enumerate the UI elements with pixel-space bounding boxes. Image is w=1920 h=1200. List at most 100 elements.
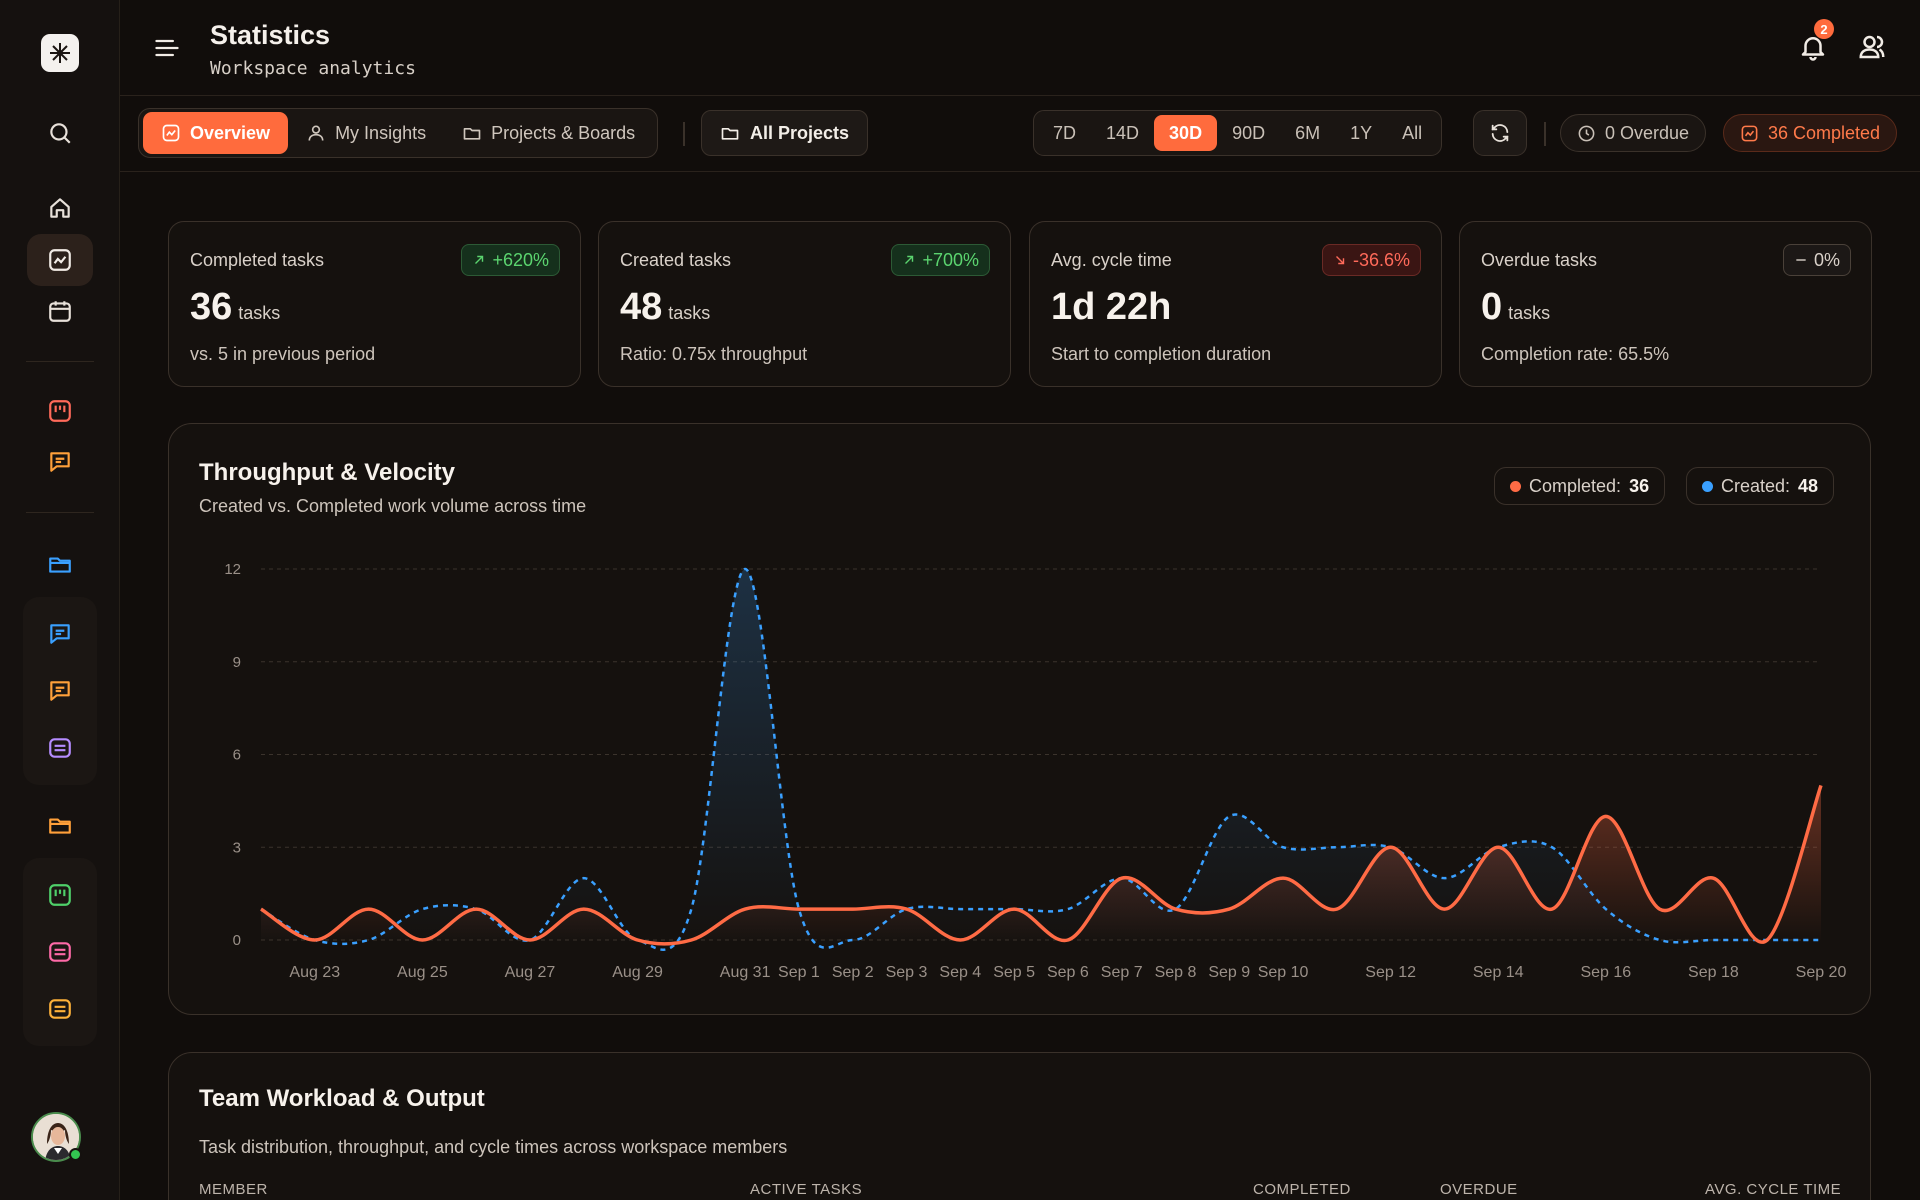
- sidebar-item-home[interactable]: [27, 182, 93, 234]
- x-tick-label: Sep 12: [1365, 964, 1416, 981]
- analytics-icon: [49, 249, 71, 271]
- list-icon: [49, 738, 71, 758]
- sidebar-item-chat-blue[interactable]: [27, 608, 93, 660]
- sidebar-item-statistics[interactable]: [27, 234, 93, 286]
- trend-up-icon: [475, 255, 484, 264]
- column-header-member[interactable]: MEMBER: [199, 1181, 268, 1198]
- toolbar: Overview My Insights Projects & Boards A…: [120, 96, 1920, 172]
- menu-icon[interactable]: [153, 34, 181, 62]
- users-icon[interactable]: [1857, 32, 1887, 62]
- project-filter-label: All Projects: [750, 122, 850, 143]
- legend-completed[interactable]: Completed: 36: [1494, 467, 1666, 505]
- kpi-card-created: Created tasks +700% 48 tasks Ratio: 0.75x…: [598, 221, 1011, 387]
- app-logo[interactable]: [41, 34, 79, 72]
- completed-pill[interactable]: 36 Completed: [1723, 114, 1898, 152]
- legend-label: Completed:: [1529, 475, 1622, 496]
- range-6m[interactable]: 6M: [1280, 115, 1335, 151]
- kpi-change-value: +620%: [492, 249, 549, 270]
- sidebar-item-board-green[interactable]: [27, 869, 93, 921]
- logo-icon: [50, 43, 70, 63]
- kpi-value: 1d 22h: [1051, 286, 1171, 329]
- tab-label: Projects & Boards: [491, 122, 636, 143]
- dash-icon: [1796, 259, 1806, 261]
- notification-badge: 2: [1814, 19, 1834, 39]
- folder-icon: [721, 128, 739, 140]
- view-tabs: Overview My Insights Projects & Boards: [138, 108, 659, 158]
- sidebar-item-list-pink[interactable]: [27, 926, 93, 978]
- sidebar-divider: [26, 361, 94, 362]
- tab-my-insights[interactable]: My Insights: [288, 112, 444, 154]
- range-90d[interactable]: 90D: [1217, 115, 1280, 151]
- sidebar-item-list-purple[interactable]: [27, 722, 93, 774]
- toolbar-divider: [1544, 122, 1546, 146]
- kpi-unit: tasks: [1508, 303, 1551, 323]
- list-icon: [49, 942, 71, 962]
- kpi-change-value: +700%: [922, 249, 979, 270]
- kpi-change-badge: 0%: [1782, 244, 1851, 276]
- sidebar: [0, 0, 120, 1200]
- column-header-active-tasks[interactable]: ACTIVE TASKS: [750, 1181, 862, 1198]
- x-tick-label: Sep 3: [886, 964, 928, 981]
- legend-dot-created: [1702, 480, 1713, 492]
- overdue-pill-label: 0 Overdue: [1605, 122, 1690, 143]
- tab-overview[interactable]: Overview: [143, 112, 289, 154]
- chat-icon: [50, 681, 70, 701]
- tab-label: Overview: [190, 122, 271, 143]
- team-subtitle: Task distribution, throughput, and cycle…: [199, 1137, 788, 1157]
- sidebar-item-board[interactable]: [27, 385, 93, 437]
- chart-icon: [1741, 125, 1758, 141]
- overdue-pill[interactable]: 0 Overdue: [1560, 114, 1707, 152]
- x-tick-label: Sep 6: [1047, 964, 1089, 981]
- y-tick-label: 9: [233, 654, 241, 671]
- page-header: Statistics Workspace analytics 2: [120, 0, 1920, 96]
- refresh-button[interactable]: [1473, 110, 1527, 156]
- range-30d[interactable]: 30D: [1154, 115, 1218, 151]
- sidebar-item-chat-orange[interactable]: [27, 665, 93, 717]
- x-tick-label: Sep 4: [939, 964, 981, 981]
- kpi-value: 0 tasks: [1481, 286, 1550, 329]
- tab-projects-boards[interactable]: Projects & Boards: [444, 112, 653, 154]
- chart-title: Throughput & Velocity: [199, 459, 455, 486]
- sidebar-item-folder-orange[interactable]: [27, 799, 93, 851]
- legend-dot-completed: [1510, 480, 1521, 492]
- refresh-icon: [1491, 124, 1509, 142]
- kpi-change-badge: +620%: [461, 244, 560, 276]
- column-header-completed[interactable]: COMPLETED: [1253, 1181, 1351, 1198]
- x-tick-label: Sep 8: [1155, 964, 1197, 981]
- y-tick-label: 0: [233, 932, 241, 949]
- board-icon: [49, 884, 71, 906]
- range-14d[interactable]: 14D: [1091, 115, 1154, 151]
- column-header-overdue[interactable]: OVERDUE: [1440, 1181, 1518, 1198]
- sidebar-item-folder-blue[interactable]: [27, 538, 93, 590]
- legend-value: 48: [1798, 475, 1819, 496]
- list-icon: [49, 999, 71, 1019]
- x-tick-label: Sep 20: [1796, 964, 1847, 981]
- x-tick-label: Sep 14: [1473, 964, 1524, 981]
- range-selector: 7D 14D 30D 90D 6M 1Y All: [1033, 110, 1443, 156]
- kpi-note: Completion rate: 65.5%: [1481, 344, 1670, 364]
- kpi-change-value: -36.6%: [1352, 249, 1410, 270]
- project-filter-button[interactable]: All Projects: [701, 110, 869, 156]
- kpi-change-value: 0%: [1813, 249, 1840, 270]
- range-all[interactable]: All: [1387, 115, 1437, 151]
- kpi-change-badge: +700%: [891, 244, 990, 276]
- sidebar-item-search[interactable]: [27, 107, 93, 159]
- team-title: Team Workload & Output: [199, 1085, 485, 1112]
- kpi-unit: tasks: [238, 303, 281, 323]
- kpi-note: Ratio: 0.75x throughput: [620, 344, 808, 364]
- legend-created[interactable]: Created: 48: [1686, 467, 1835, 505]
- tab-label: My Insights: [335, 122, 427, 143]
- x-tick-label: Aug 27: [505, 964, 556, 981]
- kpi-label: Completed tasks: [190, 250, 325, 270]
- sidebar-item-list-amber[interactable]: [27, 983, 93, 1035]
- sidebar-item-messages[interactable]: [27, 436, 93, 488]
- x-tick-label: Aug 23: [289, 964, 340, 981]
- chat-icon: [50, 452, 70, 472]
- kpi-unit: tasks: [668, 303, 711, 323]
- range-7d[interactable]: 7D: [1038, 115, 1091, 151]
- range-1y[interactable]: 1Y: [1335, 115, 1387, 151]
- x-tick-label: Sep 1: [778, 964, 820, 981]
- sidebar-item-calendar[interactable]: [27, 285, 93, 337]
- column-header-avg-cycle-time[interactable]: AVG. CYCLE TIME: [1705, 1181, 1841, 1198]
- kpi-note: Start to completion duration: [1051, 344, 1272, 364]
